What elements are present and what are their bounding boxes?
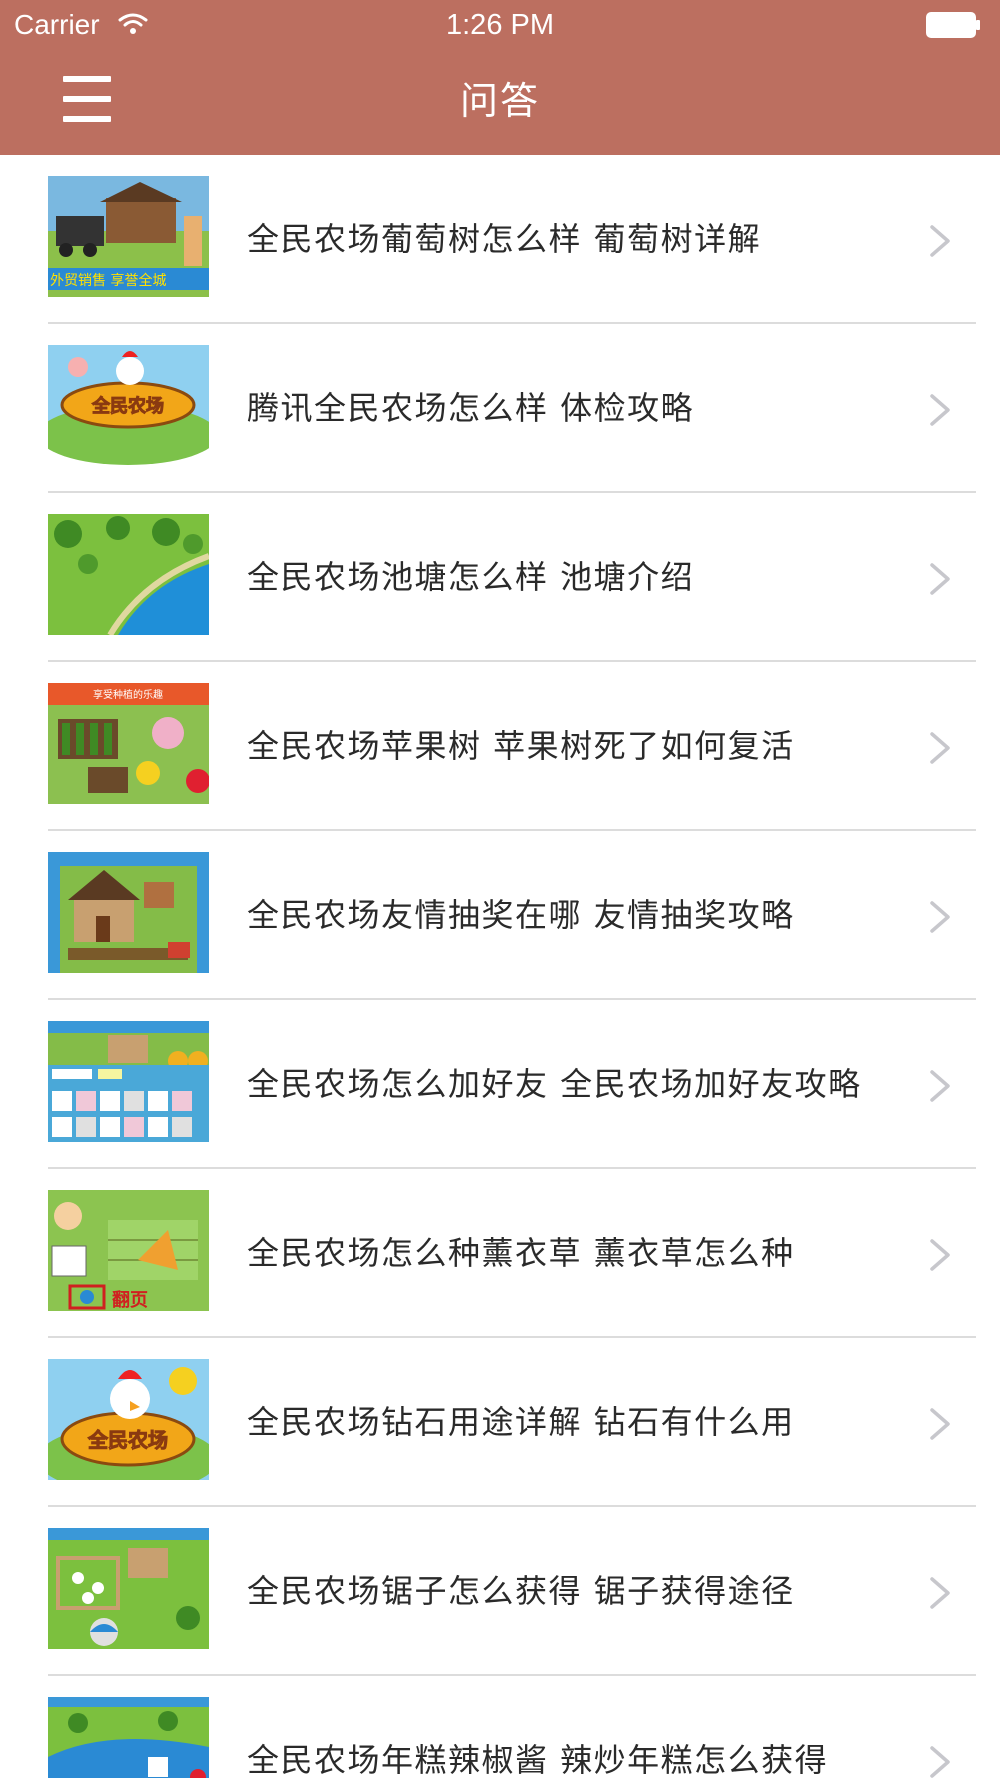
chevron-right-icon	[930, 1577, 950, 1609]
thumbnail-caption: 全民农场	[91, 395, 164, 417]
chevron-right-icon	[930, 394, 950, 426]
list-item[interactable]: 全民农场池塘怎么样 池塘介绍	[0, 493, 1000, 662]
chevron-right-icon	[930, 732, 950, 764]
list-item[interactable]: 全民农场 全民农场钻石用途详解 钻石有什么用	[0, 1338, 1000, 1507]
list-item[interactable]: 全民农场友情抽奖在哪 友情抽奖攻略	[0, 831, 1000, 1000]
list-item-title: 全民农场池塘怎么样 池塘介绍	[247, 558, 695, 596]
list-item-title: 全民农场锯子怎么获得 锯子获得途径	[247, 1572, 795, 1610]
thumbnail-caption: 全民农场	[87, 1428, 168, 1452]
list-item[interactable]: 全民农场年糕辣椒酱 辣炒年糕怎么获得	[0, 1676, 1000, 1778]
chevron-right-icon	[930, 225, 950, 257]
navigation-bar: 问答	[0, 50, 1000, 155]
battery-icon	[926, 12, 980, 38]
page-title: 问答	[459, 79, 540, 123]
thumbnail-image	[48, 514, 209, 635]
thumbnail-image: 全民农场	[48, 345, 209, 466]
list-item[interactable]: 翻页 全民农场怎么种薰衣草 薰衣草怎么种	[0, 1169, 1000, 1338]
list-item-title: 全民农场友情抽奖在哪 友情抽奖攻略	[247, 896, 795, 934]
list-item[interactable]: 全民农场锯子怎么获得 锯子获得途径	[0, 1507, 1000, 1676]
thumbnail-image	[48, 852, 209, 973]
chevron-right-icon	[930, 901, 950, 933]
top-bar: Carrier 1:26 PM 问答	[0, 0, 1000, 155]
thumbnail-image: 翻页	[48, 1190, 209, 1311]
thumbnail-image	[48, 1528, 209, 1649]
list-item-title: 全民农场葡萄树怎么样 葡萄树详解	[247, 220, 762, 258]
list-item-title: 全民农场怎么加好友 全民农场加好友攻略	[247, 1065, 862, 1103]
list-item[interactable]: 外贸销售 享誉全城 全民农场葡萄树怎么样 葡萄树详解	[0, 155, 1000, 324]
thumbnail-image: 全民农场	[48, 1359, 209, 1480]
qa-list: 外贸销售 享誉全城 全民农场葡萄树怎么样 葡萄树详解 全民农场 腾讯全民农场怎么…	[0, 155, 1000, 1778]
list-item-title: 全民农场钻石用途详解 钻石有什么用	[247, 1403, 795, 1441]
thumbnail-caption: 翻页	[112, 1289, 148, 1311]
thumbnail-caption: 享受种植的乐趣	[93, 688, 163, 701]
list-item[interactable]: 全民农场 腾讯全民农场怎么样 体检攻略	[0, 324, 1000, 493]
thumbnail-image: 享受种植的乐趣	[48, 683, 209, 804]
status-bar: Carrier 1:26 PM	[0, 0, 1000, 50]
chevron-right-icon	[930, 1746, 950, 1778]
thumbnail-caption: 外贸销售 享誉全城	[50, 272, 166, 289]
thumbnail-image: 外贸销售 享誉全城	[48, 176, 209, 297]
thumbnail-image	[48, 1021, 209, 1142]
list-item-title: 腾讯全民农场怎么样 体检攻略	[247, 389, 695, 427]
list-item-title: 全民农场年糕辣椒酱 辣炒年糕怎么获得	[247, 1741, 829, 1778]
list-item[interactable]: 享受种植的乐趣 全民农场苹果树 苹果树死了如何复活	[0, 662, 1000, 831]
chevron-right-icon	[930, 563, 950, 595]
thumbnail-image	[48, 1697, 209, 1778]
list-item-title: 全民农场怎么种薰衣草 薰衣草怎么种	[247, 1234, 795, 1272]
chevron-right-icon	[930, 1239, 950, 1271]
list-item-title: 全民农场苹果树 苹果树死了如何复活	[247, 727, 795, 765]
list-item[interactable]: 全民农场怎么加好友 全民农场加好友攻略	[0, 1000, 1000, 1169]
status-time: 1:26 PM	[446, 9, 554, 41]
chevron-right-icon	[930, 1408, 950, 1440]
chevron-right-icon	[930, 1070, 950, 1102]
